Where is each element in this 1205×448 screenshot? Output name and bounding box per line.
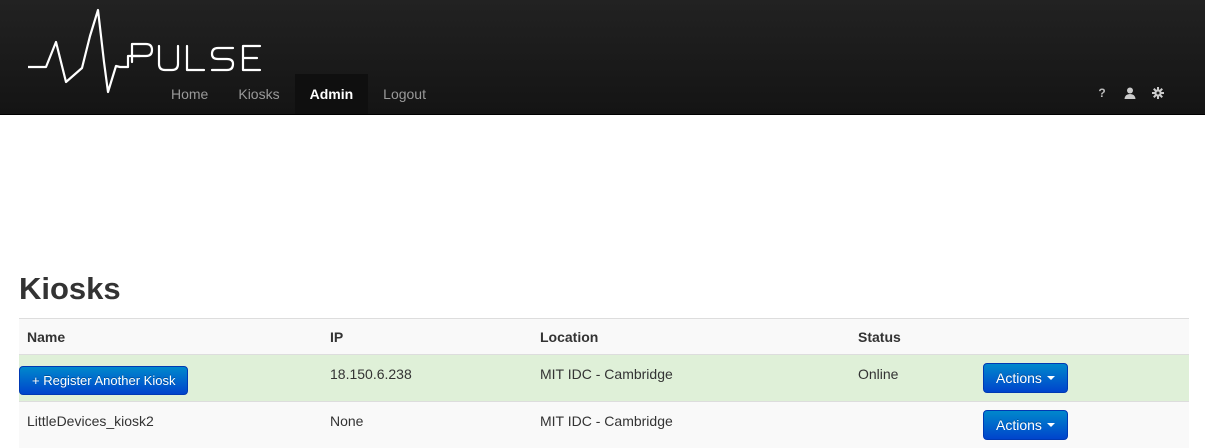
kiosk-name: LittleDevices_kiosk2 xyxy=(19,402,322,448)
nav-logout[interactable]: Logout xyxy=(368,74,441,114)
kiosk-location: MIT IDC - Cambridge xyxy=(532,355,850,402)
actions-dropdown-button[interactable]: Actions xyxy=(983,363,1068,393)
kiosks-table: Name IP Location Status LittleDevices_ki… xyxy=(19,318,1189,448)
kiosk-actions-cell: Actions xyxy=(975,402,1189,448)
column-header-ip: IP xyxy=(322,319,532,355)
table-row: LittleDevices_kiosk1 18.150.6.238 MIT ID… xyxy=(19,355,1189,402)
user-icon[interactable] xyxy=(1119,82,1141,104)
kiosk-location: MIT IDC - Cambridge xyxy=(532,402,850,448)
actions-label: Actions xyxy=(996,370,1042,386)
table-header: Name IP Location Status xyxy=(19,319,1189,355)
table-row: LittleDevices_kiosk2 None MIT IDC - Camb… xyxy=(19,402,1189,448)
help-icon[interactable]: ? xyxy=(1091,82,1113,104)
kiosk-ip: None xyxy=(322,402,532,448)
caret-down-icon xyxy=(1047,376,1055,380)
column-header-actions xyxy=(975,319,1189,355)
kiosk-actions-cell: Actions xyxy=(975,355,1189,402)
register-kiosk-button[interactable]: + Register Another Kiosk xyxy=(19,366,188,395)
nav-home[interactable]: Home xyxy=(156,74,223,114)
column-header-status: Status xyxy=(850,319,975,355)
kiosk-status xyxy=(850,402,975,448)
actions-label: Actions xyxy=(996,417,1042,433)
nav-admin[interactable]: Admin xyxy=(295,74,369,114)
kiosk-status: Online xyxy=(850,355,975,402)
actions-dropdown-button[interactable]: Actions xyxy=(983,410,1068,440)
caret-down-icon xyxy=(1047,423,1055,427)
navbar-icons: ? xyxy=(1085,82,1169,104)
kiosk-ip: 18.150.6.238 xyxy=(322,355,532,402)
page-title: Kiosks xyxy=(19,115,1189,307)
column-header-name: Name xyxy=(19,319,322,355)
main-content: Kiosks Name IP Location Status LittleDev… xyxy=(0,115,1205,448)
gear-icon[interactable] xyxy=(1147,82,1169,104)
main-nav: Home Kiosks Admin Logout xyxy=(156,74,441,114)
column-header-location: Location xyxy=(532,319,850,355)
nav-kiosks[interactable]: Kiosks xyxy=(223,74,294,114)
navbar: Home Kiosks Admin Logout ? xyxy=(0,0,1205,115)
